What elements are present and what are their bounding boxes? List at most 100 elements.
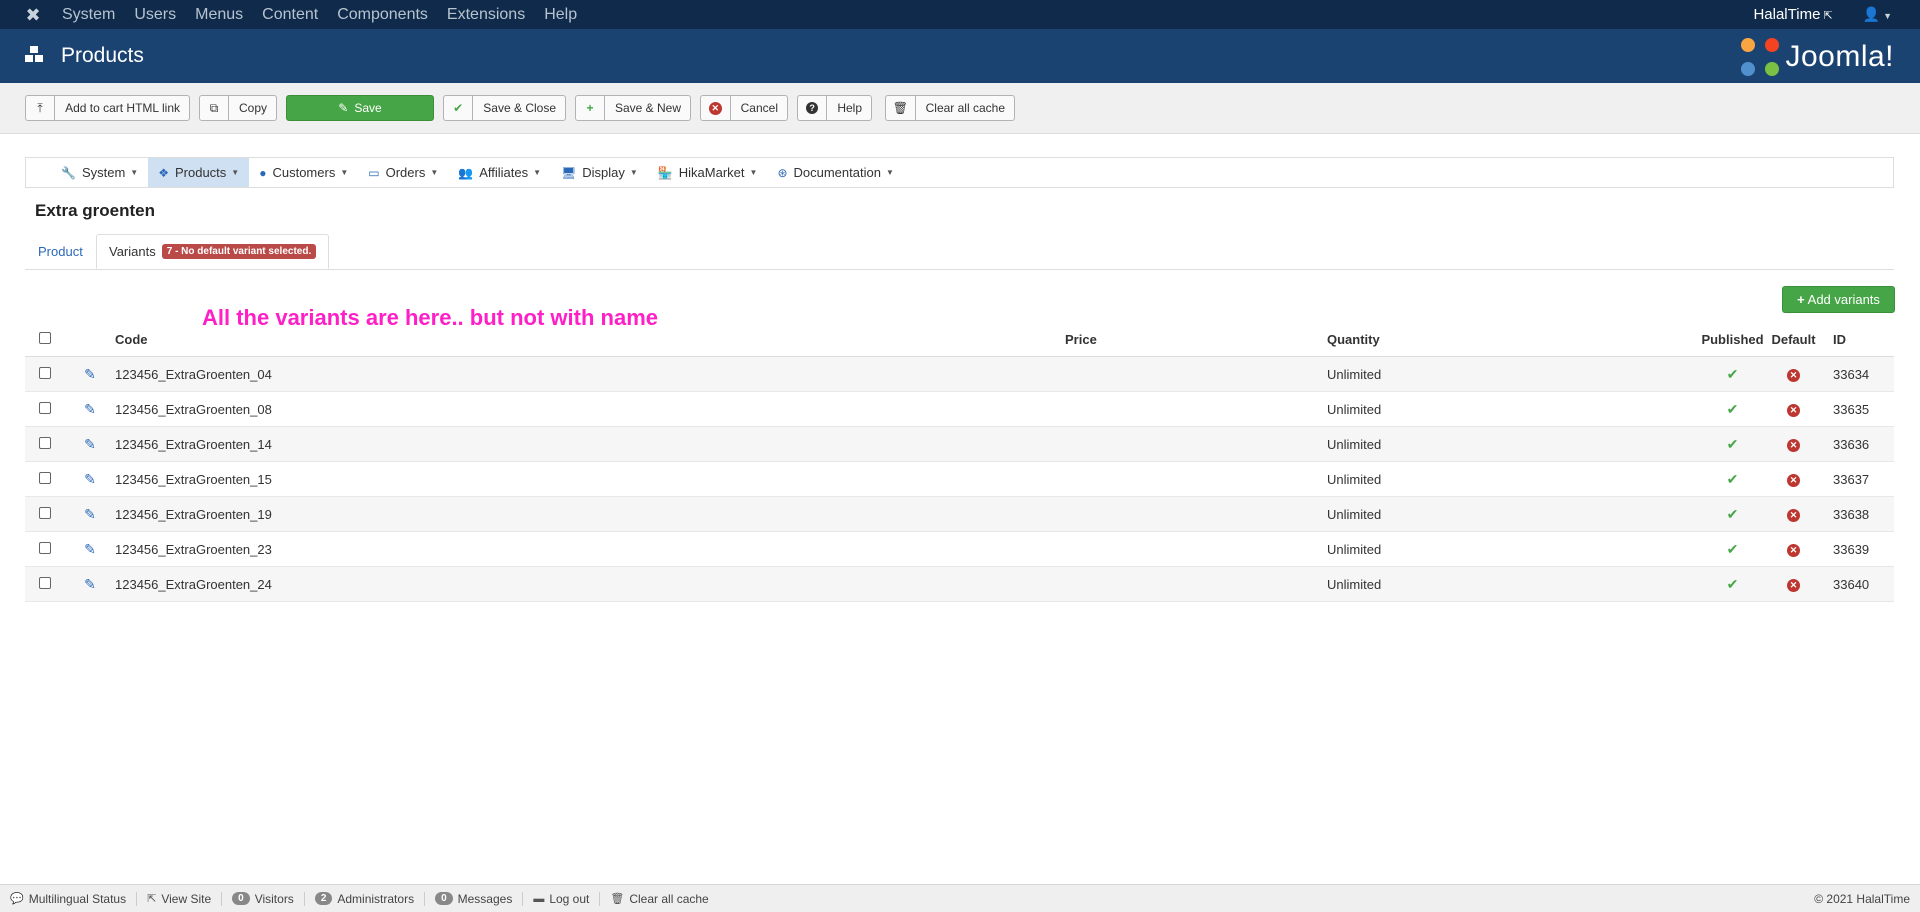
pencil-icon[interactable]: ✎ [84,541,96,557]
check-icon[interactable]: ✔ [1727,471,1739,487]
site-link[interactable]: HalalTime ⇱ [1753,6,1832,23]
help-button[interactable]: ? Help [797,95,872,121]
hikamenu-products[interactable]: ❖ Products ▼ [148,158,250,187]
quantity-column-header[interactable]: Quantity [1327,322,1699,357]
add-to-cart-html-link-button[interactable]: ⤒ Add to cart HTML link [25,95,190,121]
published-column-header[interactable]: Published [1699,322,1766,357]
row-price [1065,391,1327,427]
pencil-icon[interactable]: ✎ [84,366,96,382]
row-checkbox[interactable] [39,366,51,379]
check-icon[interactable]: ✔ [1727,576,1739,592]
save-label: Save [354,101,382,115]
clear-all-cache-button[interactable]: 🗑 Clear all cache [885,95,1015,121]
tab-variants[interactable]: Variants 7 - No default variant selected… [96,234,330,269]
add-variants-button[interactable]: + Add variants [1782,286,1895,313]
topmenu-content[interactable]: Content [262,6,318,24]
pencil-icon[interactable]: ✎ [84,576,96,592]
hikamenu-customers-label: Customers [272,165,336,180]
row-id: 33640 [1821,566,1894,602]
hikamenu-system[interactable]: 🔧 System ▼ [51,158,148,187]
code-column-header[interactable]: Code [115,322,1065,357]
topmenu-extensions[interactable]: Extensions [447,6,525,24]
row-select-cell [25,461,65,497]
external-link-icon: ⇱ [1823,10,1833,22]
row-checkbox[interactable] [39,506,51,519]
messages-link[interactable]: 0 Messages [425,891,524,906]
row-checkbox[interactable] [39,576,51,589]
cancel-button[interactable]: ✕ Cancel [700,95,788,121]
joomla-logo-icon[interactable]: ✖ [22,4,44,26]
topmenu-users[interactable]: Users [134,6,176,24]
statusbar-clear-cache-link[interactable]: 🗑 Clear all cache [600,892,718,906]
pencil-icon[interactable]: ✎ [84,506,96,522]
site-name: HalalTime [1753,6,1821,23]
credit-card-icon: ▭ [368,165,380,180]
clear-cache-label: Clear all cache [925,101,1005,115]
hikamenu-orders[interactable]: ▭ Orders ▼ [358,158,448,187]
check-icon[interactable]: ✔ [1727,436,1739,452]
messages-label: Messages [457,891,513,906]
topmenu-system[interactable]: System [62,6,115,24]
row-published-cell: ✔ [1699,356,1766,392]
times-circle-icon[interactable]: ✕ [1787,509,1800,522]
id-column-header[interactable]: ID [1821,322,1894,357]
multilingual-status-link[interactable]: 💬 Multilingual Status [0,891,138,906]
user-menu[interactable]: 👤 ▼ [1863,6,1892,23]
table-row: ✎ 123456_ExtraGroenten_19 Unlimited ✔ ✕ 33638 [25,496,1894,532]
check-icon[interactable]: ✔ [1727,366,1739,382]
administrators-link[interactable]: 2 Administrators [305,891,426,906]
copyright-text: © 2021 HalalTime [1814,892,1910,906]
check-icon[interactable]: ✔ [1727,541,1739,557]
visitors-link[interactable]: 0 Visitors [222,891,305,906]
tab-product[interactable]: Product [38,234,83,269]
table-row: ✎ 123456_ExtraGroenten_14 Unlimited ✔ ✕ 33636 [25,426,1894,462]
hikamenu-hikamarket[interactable]: 🏪 HikaMarket ▼ [648,158,768,187]
hikamenu-customers[interactable]: ● Customers ▼ [249,158,358,187]
logout-label: Log out [549,891,590,906]
save-new-button[interactable]: + Save & New [575,95,691,121]
check-icon[interactable]: ✔ [1727,506,1739,522]
hikamenu-display[interactable]: 🖥 Display ▼ [551,158,648,187]
cancel-label: Cancel [740,101,778,115]
row-id: 33638 [1821,496,1894,532]
hikamenu-documentation[interactable]: ⊛ Documentation ▼ [767,158,903,187]
times-circle-icon[interactable]: ✕ [1787,474,1800,487]
times-circle-icon[interactable]: ✕ [1787,544,1800,557]
hikamenu-affiliates[interactable]: 👥 Affiliates ▼ [448,158,551,187]
row-edit-cell: ✎ [65,391,115,427]
row-id: 33635 [1821,391,1894,427]
row-default-cell: ✕ [1766,356,1821,392]
hikamenu-system-label: System [81,165,126,180]
row-edit-cell: ✎ [65,356,115,392]
times-circle-icon[interactable]: ✕ [1787,439,1800,452]
topmenu-components[interactable]: Components [337,6,428,24]
row-price [1065,496,1327,532]
pencil-icon[interactable]: ✎ [84,436,96,452]
pencil-icon[interactable]: ✎ [84,471,96,487]
row-quantity: Unlimited [1327,356,1699,392]
price-column-header[interactable]: Price [1065,322,1327,357]
times-circle-icon[interactable]: ✕ [1787,404,1800,417]
topmenu-menus[interactable]: Menus [195,6,243,24]
row-checkbox[interactable] [39,436,51,449]
row-code: 123456_ExtraGroenten_08 [115,391,1065,427]
times-circle-icon[interactable]: ✕ [1787,369,1800,382]
row-checkbox[interactable] [39,471,51,484]
caret-down-icon: ▼ [533,168,542,177]
row-checkbox[interactable] [39,541,51,554]
hikamenu-orders-label: Orders [385,165,426,180]
select-all-checkbox[interactable] [39,331,51,344]
pencil-icon[interactable]: ✎ [84,401,96,417]
logout-link[interactable]: ▬ Log out [523,891,601,906]
topmenu-help[interactable]: Help [544,6,577,24]
times-circle-icon[interactable]: ✕ [1787,579,1800,592]
copy-button[interactable]: ⧉ Copy [199,95,277,121]
default-column-header[interactable]: Default [1766,322,1821,357]
edit-icon: ✎ [338,101,349,115]
view-site-link[interactable]: ⇱ View Site [137,891,223,906]
check-icon[interactable]: ✔ [1727,401,1739,417]
save-close-button[interactable]: ✔ Save & Close [443,95,566,121]
save-button[interactable]: ✎ Save [286,95,434,121]
row-select-cell [25,531,65,567]
row-checkbox[interactable] [39,401,51,414]
